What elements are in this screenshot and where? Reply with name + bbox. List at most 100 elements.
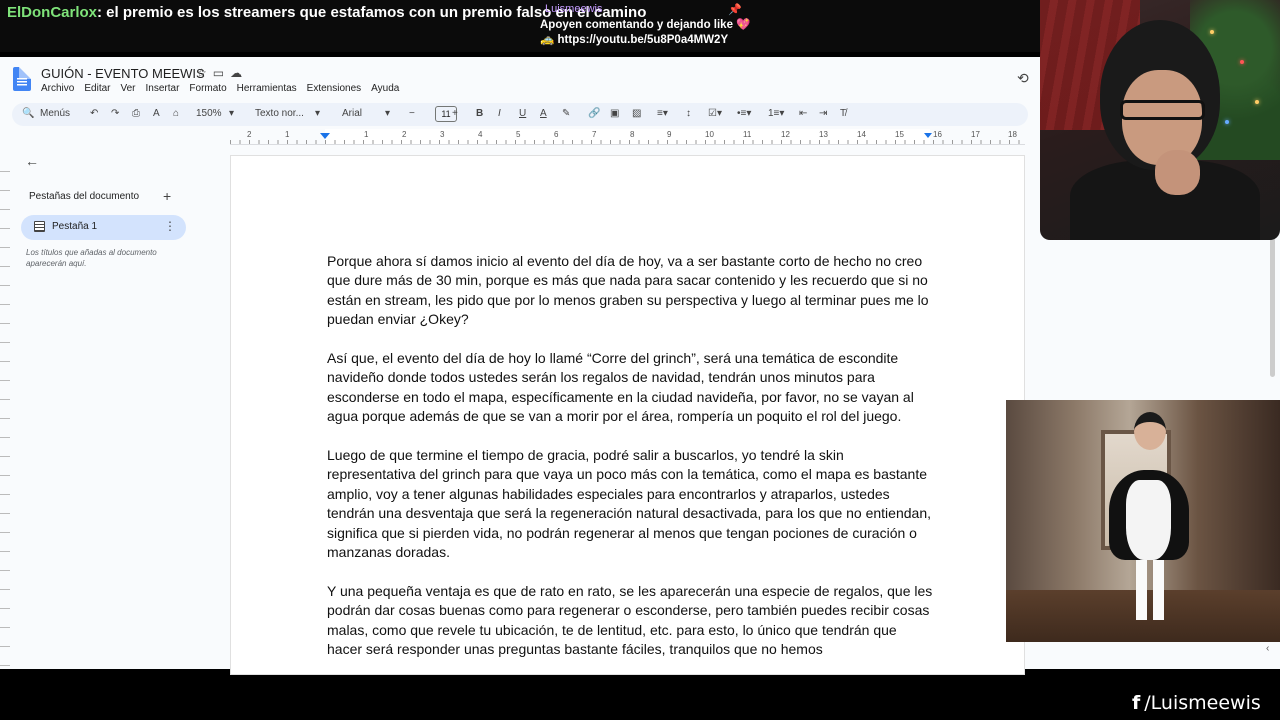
increase-indent-icon[interactable]: ⇥ — [819, 108, 827, 119]
ruler-ticks — [230, 140, 1025, 144]
highlight-icon[interactable]: ✎ — [562, 108, 570, 119]
image-icon[interactable]: ▨ — [632, 108, 641, 119]
link-icon[interactable]: 🔗 — [588, 108, 600, 119]
ruler-number: 5 — [516, 130, 521, 139]
webcam-overlay — [1040, 0, 1280, 240]
back-arrow-icon[interactable]: ← — [25, 153, 39, 169]
star-icon[interactable]: ☆ — [196, 66, 213, 80]
menu-ver[interactable]: Ver — [120, 83, 135, 94]
document-body[interactable]: Porque ahora sí damos inicio al evento d… — [327, 252, 933, 679]
ruler-number: 8 — [630, 130, 635, 139]
maid-head — [1134, 412, 1166, 450]
zoom-select[interactable]: 150% — [196, 108, 222, 119]
title-actions: ☆▭☁ — [196, 66, 248, 80]
right-indent-marker[interactable] — [924, 133, 932, 138]
paragraph[interactable]: Y una pequeña ventaja es que de rato en … — [327, 582, 933, 660]
zoom-chevron-icon[interactable]: ▾ — [229, 108, 234, 119]
ruler-number: 12 — [781, 130, 790, 139]
ruler-number: 7 — [592, 130, 597, 139]
print-icon[interactable]: ⎙ — [132, 108, 140, 119]
maid-legs — [1136, 560, 1164, 620]
paragraph[interactable]: Porque ahora sí damos inicio al evento d… — [327, 252, 933, 330]
version-history-icon[interactable]: ⟲ — [1017, 70, 1029, 87]
tabs-hint: Los títulos que añadas al documento apar… — [26, 248, 157, 268]
stream-frame: ElDonCarlox: el premio es los streamers … — [0, 0, 1280, 720]
menu-herramientas[interactable]: Herramientas — [237, 83, 297, 94]
font-chevron-icon[interactable]: ▾ — [385, 108, 390, 119]
menus-search[interactable]: Menús — [40, 108, 70, 119]
sidebar-item-tab-1[interactable]: Pestaña 1 ⋮ — [21, 215, 186, 240]
menu-ayuda[interactable]: Ayuda — [371, 83, 399, 94]
horizontal-ruler[interactable]: 2 1 1 2 3 4 5 6 7 8 9 10 11 12 13 14 15 … — [230, 129, 1025, 145]
collapse-panel-icon[interactable]: ‹ — [1266, 643, 1269, 654]
chat-username: ElDonCarlox — [7, 4, 98, 21]
tree-light — [1225, 120, 1229, 124]
font-select[interactable]: Arial — [342, 108, 362, 119]
docs-logo-icon[interactable] — [13, 67, 31, 91]
ruler-number: 14 — [857, 130, 866, 139]
ruler-number: 11 — [743, 130, 752, 139]
ruler-number: 18 — [1008, 130, 1017, 139]
ruler-number: 1 — [364, 130, 369, 139]
ruler-number: 1 — [285, 130, 290, 139]
cloud-status-icon[interactable]: ☁ — [230, 66, 248, 80]
more-vert-icon[interactable]: ⋮ — [164, 219, 176, 233]
clear-formatting-icon[interactable]: T̸ — [840, 108, 846, 119]
document-page[interactable]: Porque ahora sí damos inicio al evento d… — [230, 155, 1025, 675]
ruler-number: 2 — [247, 130, 252, 139]
social-handle: f/Luismeewis — [1132, 692, 1261, 714]
spellcheck-icon[interactable]: A — [153, 108, 160, 119]
undo-icon[interactable]: ↶ — [90, 108, 98, 119]
align-icon[interactable]: ≡▾ — [657, 108, 668, 119]
menu-formato[interactable]: Formato — [189, 83, 226, 94]
text-color-icon[interactable]: A — [540, 108, 547, 119]
move-folder-icon[interactable]: ▭ — [213, 66, 230, 80]
document-title[interactable]: GUIÓN - EVENTO MEEWIS — [41, 66, 205, 81]
decrease-indent-icon[interactable]: ⇤ — [799, 108, 807, 119]
pinned-username: Luismeewis — [545, 3, 603, 15]
vertical-ruler[interactable] — [0, 153, 10, 669]
decrease-font-icon[interactable]: − — [409, 108, 415, 119]
numbered-list-icon[interactable]: 1≡▾ — [768, 108, 784, 119]
menu-insertar[interactable]: Insertar — [146, 83, 180, 94]
maid-apron — [1126, 480, 1171, 560]
ruler-number: 13 — [819, 130, 828, 139]
document-tabs-heading: Pestañas del documento — [29, 191, 140, 202]
style-select[interactable]: Texto nor... — [255, 108, 304, 119]
style-chevron-icon[interactable]: ▾ — [315, 108, 320, 119]
menu-bar: Archivo Editar Ver Insertar Formato Herr… — [41, 83, 399, 94]
pin-icon: 📌 — [728, 4, 742, 16]
underline-icon[interactable]: U — [519, 108, 526, 119]
tree-light — [1255, 100, 1259, 104]
ruler-number: 6 — [554, 130, 559, 139]
line-spacing-icon[interactable]: ↕ — [686, 108, 691, 119]
menu-extensiones[interactable]: Extensiones — [307, 83, 361, 94]
menu-archivo[interactable]: Archivo — [41, 83, 74, 94]
paragraph[interactable]: Así que, el evento del día de hoy lo lla… — [327, 349, 933, 427]
ruler-number: 9 — [667, 130, 672, 139]
paragraph[interactable]: Luego de que termine el tiempo de gracia… — [327, 446, 933, 562]
paint-format-icon[interactable]: ⌂ — [173, 108, 179, 119]
toolbar: 🔍 Menús ↶ ↷ ⎙ A ⌂ 150% ▾ Texto nor... ▾ … — [12, 103, 1028, 126]
facebook-icon: f — [1132, 692, 1141, 714]
streamer-hand — [1155, 150, 1200, 195]
redo-icon[interactable]: ↷ — [111, 108, 119, 119]
ruler-number: 3 — [440, 130, 445, 139]
bold-icon[interactable]: B — [476, 108, 483, 119]
tree-light — [1210, 30, 1214, 34]
left-indent-marker[interactable] — [320, 133, 330, 139]
ruler-number: 15 — [895, 130, 904, 139]
ruler-number: 17 — [971, 130, 980, 139]
comment-icon[interactable]: ▣ — [610, 108, 619, 119]
pinned-link: 🚕 https://youtu.be/5u8P0a4MW2Y — [540, 34, 729, 46]
tab-label: Pestaña 1 — [52, 221, 98, 232]
search-icon[interactable]: 🔍 — [22, 108, 34, 119]
add-tab-icon[interactable]: + — [163, 188, 171, 204]
ruler-number: 10 — [705, 130, 714, 139]
checklist-icon[interactable]: ☑▾ — [708, 108, 722, 119]
italic-icon[interactable]: I — [498, 108, 501, 119]
menu-editar[interactable]: Editar — [84, 83, 110, 94]
ruler-number: 2 — [402, 130, 407, 139]
increase-font-icon[interactable]: + — [452, 108, 458, 119]
bullet-list-icon[interactable]: •≡▾ — [737, 108, 751, 119]
